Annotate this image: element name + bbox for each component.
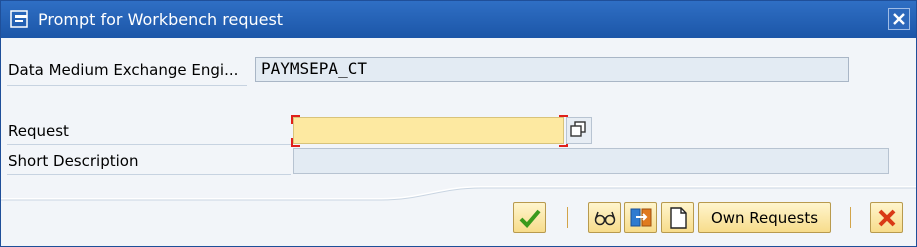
new-document-icon <box>670 207 687 229</box>
new-request-button[interactable] <box>661 202 694 233</box>
dialog-window: Prompt for Workbench request Data Medium… <box>0 0 917 247</box>
engine-value-field[interactable]: PAYMSEPA_CT <box>255 57 849 82</box>
short-description-underline <box>7 174 291 175</box>
own-requests-button[interactable]: Own Requests <box>698 202 831 233</box>
engine-underline <box>7 85 247 86</box>
prompt-window-icon <box>10 10 28 28</box>
toolbar-separator <box>850 207 851 228</box>
required-marker-bl <box>291 138 300 147</box>
request-underline <box>7 144 291 145</box>
engine-label: Data Medium Exchange Engi... <box>8 61 239 79</box>
transport-icon <box>630 208 652 227</box>
title-bar: Prompt for Workbench request <box>1 1 916 38</box>
cancel-icon <box>878 209 896 227</box>
footer-divider <box>1 186 916 201</box>
value-help-icon <box>570 121 586 137</box>
own-requests-label: Own Requests <box>710 209 819 227</box>
close-button[interactable] <box>888 8 910 30</box>
transport-button[interactable] <box>624 202 657 233</box>
window-title: Prompt for Workbench request <box>38 10 284 29</box>
toolbar-separator <box>567 207 568 228</box>
close-icon <box>893 13 905 25</box>
glasses-icon <box>594 211 616 226</box>
request-label: Request <box>8 122 69 140</box>
request-value-help-button[interactable] <box>566 117 592 144</box>
required-marker-tl <box>291 115 300 124</box>
cancel-button[interactable] <box>870 202 903 233</box>
short-description-field[interactable] <box>293 148 889 174</box>
checkmark-icon <box>519 209 541 228</box>
display-button[interactable] <box>588 202 621 233</box>
continue-button[interactable] <box>513 202 546 233</box>
short-description-label: Short Description <box>8 152 139 170</box>
request-input[interactable] <box>293 117 564 144</box>
